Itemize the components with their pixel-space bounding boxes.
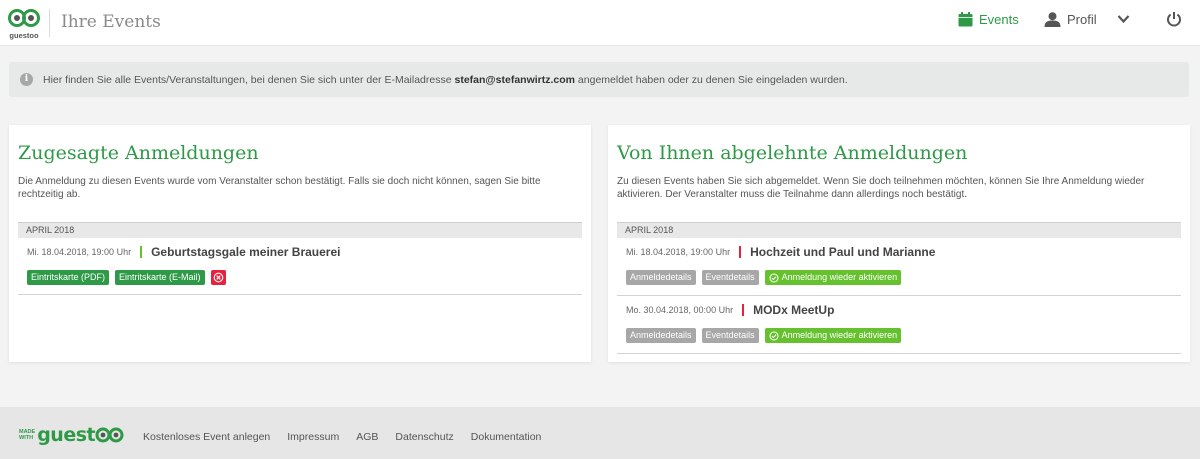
check-circle-icon bbox=[769, 273, 779, 282]
footer-link-dokumentation[interactable]: Dokumentation bbox=[471, 431, 542, 443]
footer-link-datenschutz[interactable]: Datenschutz bbox=[395, 431, 453, 443]
logo-divider bbox=[49, 9, 50, 37]
footer-link-create-event[interactable]: Kostenloses Event anlegen bbox=[143, 431, 270, 443]
event-item: Mi. 18.04.2018, 19:00 Uhr Hochzeit und P… bbox=[617, 245, 1181, 296]
nav-profil-label: Profil bbox=[1067, 12, 1097, 27]
chevron-down-icon[interactable] bbox=[1117, 14, 1130, 24]
alert-email: stefan@stefanwirtz.com bbox=[454, 73, 576, 86]
logo-text: guestoo bbox=[9, 31, 39, 40]
reactivate-label: Anmeldung wieder aktivieren bbox=[781, 330, 898, 340]
nav-profil[interactable]: Profil bbox=[1044, 12, 1097, 27]
user-icon bbox=[1044, 12, 1061, 27]
month-header: APRIL 2018 bbox=[617, 222, 1181, 238]
accepted-registrations-card: Zugesagte Anmeldungen Die Anmeldung zu d… bbox=[9, 125, 591, 362]
calendar-icon bbox=[958, 12, 973, 27]
event-line: Mi. 18.04.2018, 19:00 Uhr Geburtstagsgal… bbox=[27, 245, 340, 259]
reactivate-label: Anmeldung wieder aktivieren bbox=[781, 272, 898, 282]
alert-text: Hier finden Sie alle Events/Veranstaltun… bbox=[43, 74, 848, 86]
event-buttons: Eintritskarte (PDF) Eintritskarte (E-Mai… bbox=[27, 270, 232, 285]
event-date: Mi. 18.04.2018, 19:00 Uhr bbox=[626, 247, 731, 257]
card-title: Von Ihnen abgelehnte Anmeldungen bbox=[617, 142, 968, 164]
month-header: APRIL 2018 bbox=[18, 222, 582, 238]
card-title: Zugesagte Anmeldungen bbox=[18, 142, 259, 164]
cancel-registration-button[interactable] bbox=[210, 270, 226, 285]
event-details-button[interactable]: Eventdetails bbox=[701, 328, 759, 343]
guestoo-logo-icon[interactable]: guestoo bbox=[6, 6, 42, 40]
ticket-email-button[interactable]: Eintritskarte (E-Mail) bbox=[115, 270, 205, 285]
footer: MADE WITH guest Kostenloses Event anlege… bbox=[0, 407, 1200, 459]
event-date: Mi. 18.04.2018, 19:00 Uhr bbox=[27, 247, 132, 257]
made-with-text: MADE WITH bbox=[19, 429, 35, 441]
nav-events[interactable]: Events bbox=[958, 12, 1019, 27]
footer-links: Kostenloses Event anlegen Impressum AGB … bbox=[143, 431, 558, 443]
reactivate-registration-button[interactable]: Anmeldung wieder aktivieren bbox=[764, 328, 902, 343]
footer-link-impressum[interactable]: Impressum bbox=[287, 431, 339, 443]
event-item: Mo. 30.04.2018, 00:00 Uhr MODx MeetUp An… bbox=[617, 303, 1181, 354]
event-buttons: Anmeldedetails Eventdetails Anmeldung wi… bbox=[626, 270, 907, 285]
event-date: Mo. 30.04.2018, 00:00 Uhr bbox=[626, 305, 734, 315]
made-with-guestoo-logo[interactable]: MADE WITH guest bbox=[19, 424, 125, 446]
card-description: Die Anmeldung zu diesen Events wurde vom… bbox=[18, 176, 541, 200]
page-title: Ihre Events bbox=[61, 12, 161, 32]
event-line: Mi. 18.04.2018, 19:00 Uhr Hochzeit und P… bbox=[626, 245, 935, 259]
status-bar bbox=[739, 246, 742, 258]
event-buttons: Anmeldedetails Eventdetails Anmeldung wi… bbox=[626, 328, 907, 343]
info-alert: i Hier finden Sie alle Events/Veranstalt… bbox=[9, 62, 1189, 97]
status-bar bbox=[140, 246, 143, 258]
event-title[interactable]: MODx MeetUp bbox=[753, 303, 834, 317]
card-description: Zu diesen Events haben Sie sich abgemeld… bbox=[617, 176, 1145, 200]
registration-details-button[interactable]: Anmeldedetails bbox=[626, 270, 696, 285]
cancel-circle-icon bbox=[213, 272, 223, 283]
footer-link-agb[interactable]: AGB bbox=[356, 431, 378, 443]
footer-logo-word: guest bbox=[37, 424, 96, 446]
nav-events-label: Events bbox=[979, 12, 1019, 27]
registration-details-button[interactable]: Anmeldedetails bbox=[626, 328, 696, 343]
reactivate-registration-button[interactable]: Anmeldung wieder aktivieren bbox=[764, 270, 902, 285]
guestoo-logo-icon bbox=[95, 427, 124, 443]
event-title[interactable]: Geburtstagsgale meiner Brauerei bbox=[151, 245, 340, 259]
event-details-button[interactable]: Eventdetails bbox=[701, 270, 759, 285]
power-icon[interactable] bbox=[1166, 11, 1182, 27]
declined-registrations-card: Von Ihnen abgelehnte Anmeldungen Zu dies… bbox=[608, 125, 1190, 362]
check-circle-icon bbox=[769, 331, 779, 340]
event-line: Mo. 30.04.2018, 00:00 Uhr MODx MeetUp bbox=[626, 303, 834, 317]
with-label: WITH bbox=[19, 435, 34, 441]
event-item: Mi. 18.04.2018, 19:00 Uhr Geburtstagsgal… bbox=[18, 245, 582, 295]
ticket-pdf-button[interactable]: Eintritskarte (PDF) bbox=[27, 270, 110, 285]
alert-text-before: Hier finden Sie alle Events/Veranstaltun… bbox=[43, 73, 455, 86]
info-icon: i bbox=[20, 73, 33, 86]
status-bar bbox=[742, 304, 745, 316]
alert-text-after: angemeldet haben oder zu denen Sie einge… bbox=[575, 73, 848, 86]
event-title[interactable]: Hochzeit und Paul und Marianne bbox=[750, 245, 935, 259]
top-bar: guestoo Ihre Events Events Profil bbox=[0, 0, 1200, 46]
